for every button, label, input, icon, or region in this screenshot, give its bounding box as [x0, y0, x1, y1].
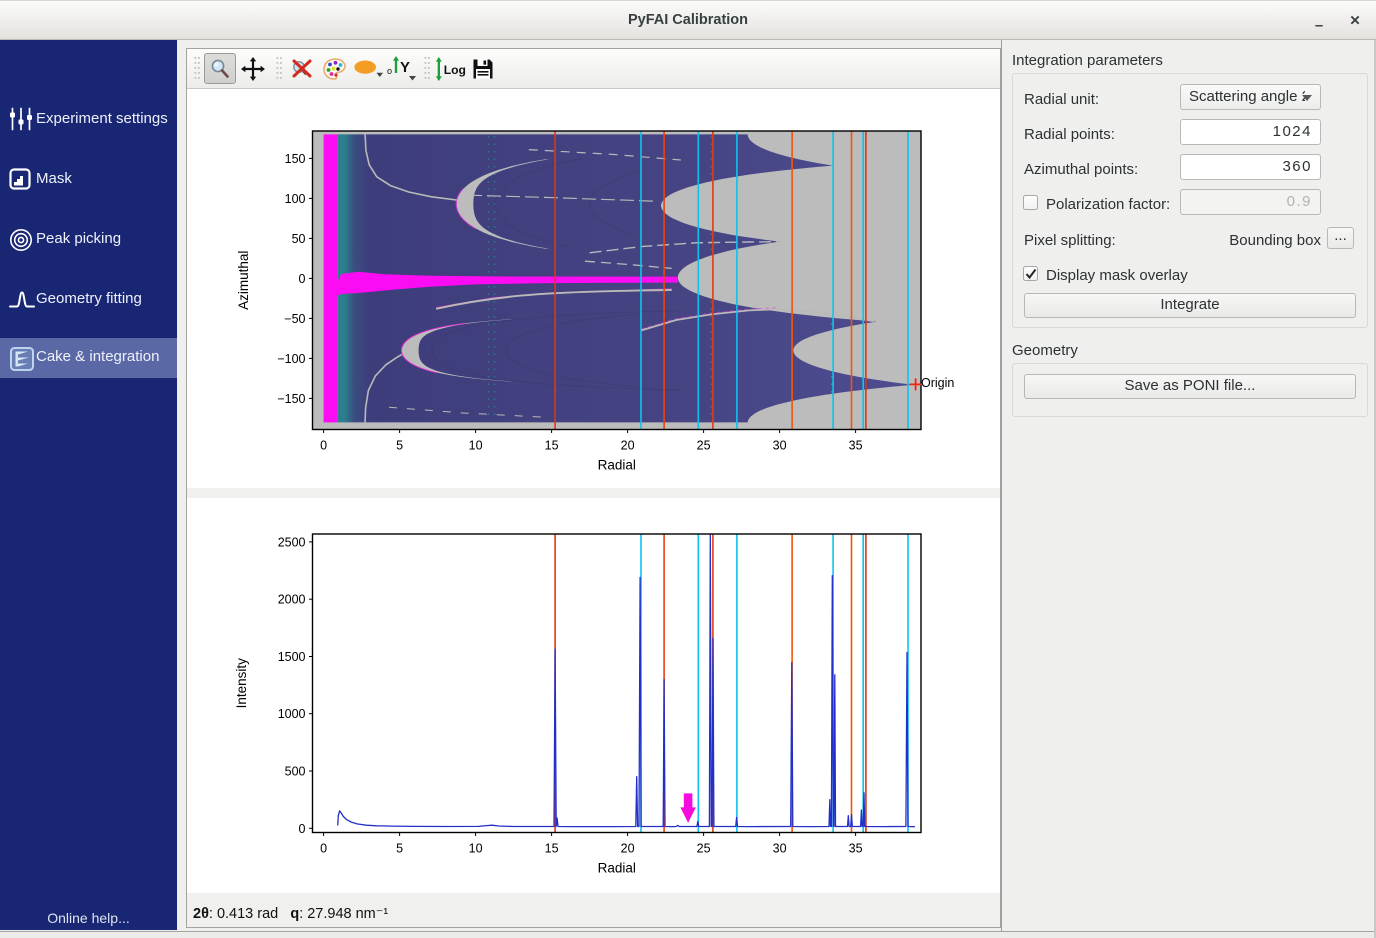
- svg-text:10: 10: [469, 842, 483, 856]
- svg-text:Radial: Radial: [598, 458, 636, 473]
- svg-text:100: 100: [285, 192, 306, 206]
- svg-text:30: 30: [773, 842, 787, 856]
- svg-text:1500: 1500: [278, 650, 306, 664]
- svg-text:35: 35: [849, 842, 863, 856]
- svg-text:5: 5: [396, 439, 403, 453]
- svg-text:2000: 2000: [278, 593, 306, 607]
- svg-text:0: 0: [320, 439, 327, 453]
- svg-text:−150: −150: [277, 392, 305, 406]
- svg-text:35: 35: [849, 439, 863, 453]
- svg-text:25: 25: [697, 439, 711, 453]
- svg-text:Origin: Origin: [921, 376, 954, 390]
- svg-text:Azimuthal: Azimuthal: [236, 251, 251, 310]
- svg-text:−100: −100: [277, 352, 305, 366]
- svg-text:20: 20: [621, 842, 635, 856]
- svg-text:10: 10: [469, 439, 483, 453]
- svg-text:Log: Log: [444, 62, 466, 76]
- svg-text:30: 30: [773, 439, 787, 453]
- svg-text:0: 0: [320, 842, 327, 856]
- svg-text:o: o: [387, 66, 392, 76]
- svg-text:50: 50: [292, 232, 306, 246]
- svg-text:Y: Y: [400, 59, 410, 76]
- svg-text:Radial: Radial: [598, 861, 636, 876]
- svg-text:500: 500: [285, 765, 306, 779]
- svg-text:−50: −50: [284, 312, 305, 326]
- svg-text:0: 0: [299, 272, 306, 286]
- svg-text:25: 25: [697, 842, 711, 856]
- svg-text:15: 15: [545, 842, 559, 856]
- svg-text:Intensity: Intensity: [234, 658, 249, 709]
- svg-text:2500: 2500: [278, 535, 306, 549]
- svg-text:20: 20: [621, 439, 635, 453]
- svg-text:1000: 1000: [278, 707, 306, 721]
- svg-text:150: 150: [285, 152, 306, 166]
- svg-text:5: 5: [396, 842, 403, 856]
- svg-text:0: 0: [299, 822, 306, 836]
- svg-text:15: 15: [545, 439, 559, 453]
